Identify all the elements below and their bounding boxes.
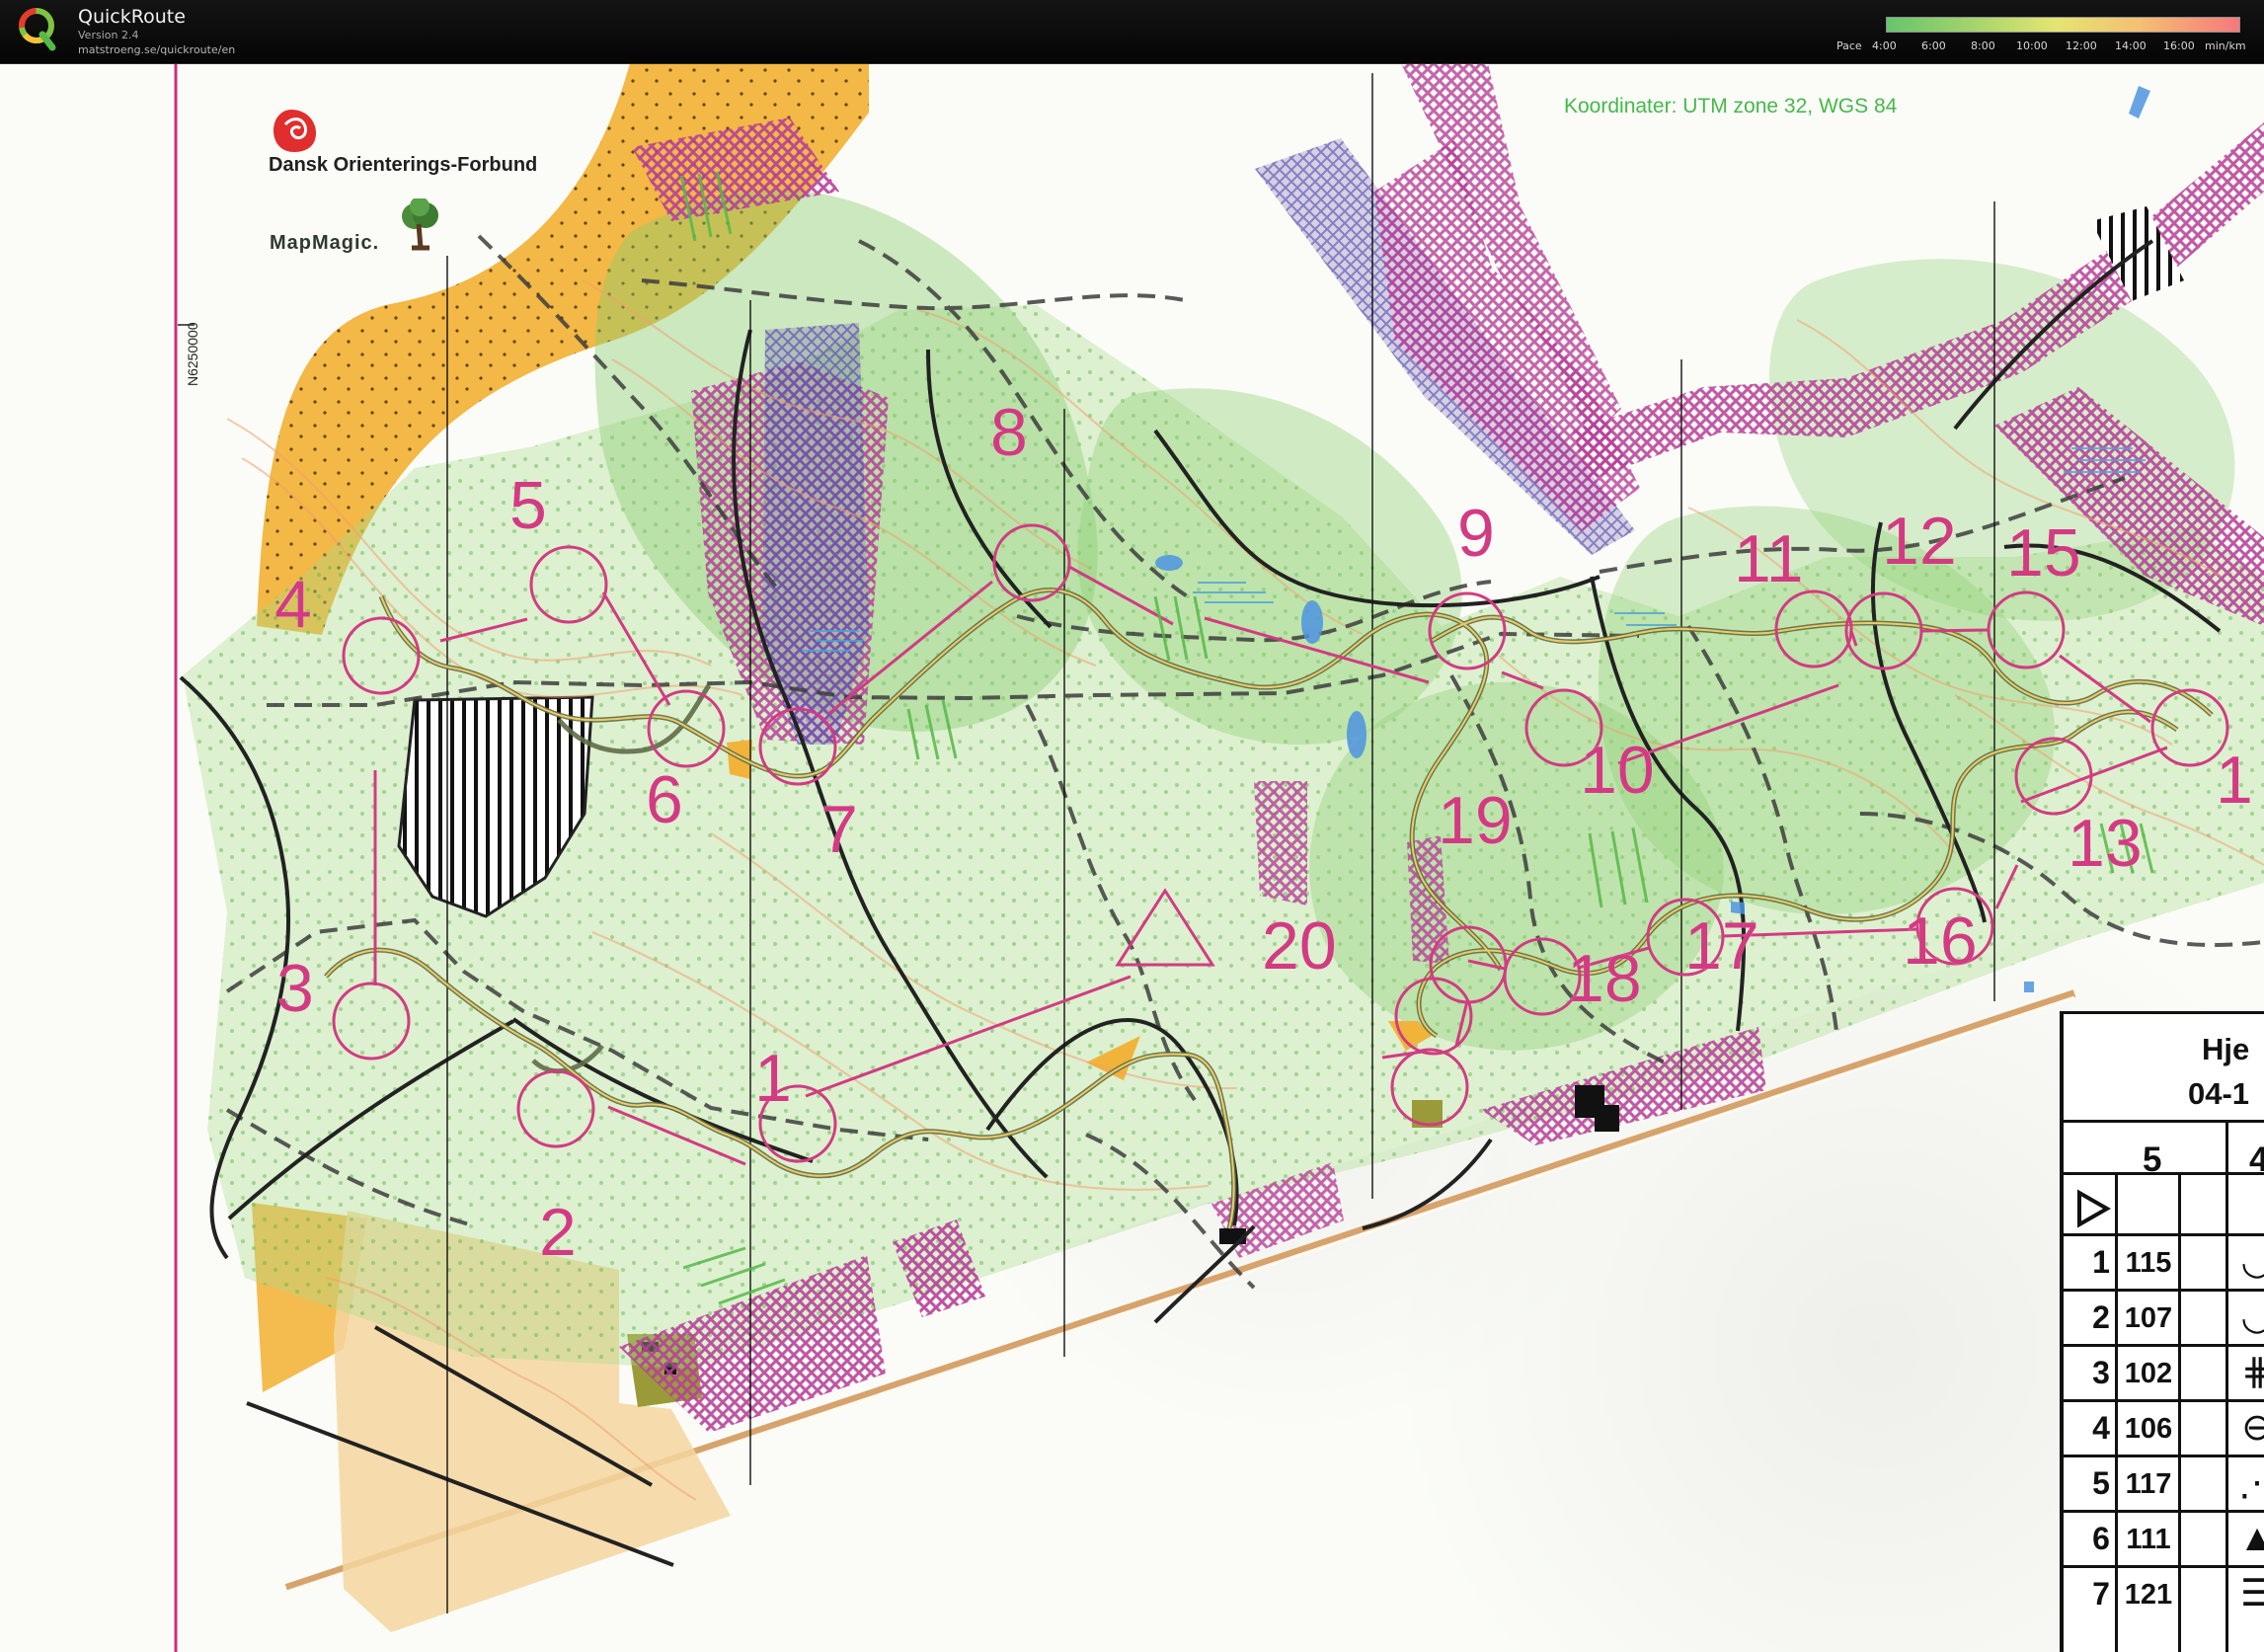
pace-tick-14: 14:00 <box>2115 39 2147 52</box>
event-date: 04-1 <box>2188 1076 2250 1111</box>
app-header: QuickRoute Version 2.4 matstroeng.se/qui… <box>0 0 2264 64</box>
control-row: 6 111 ▲ <box>2064 1513 2264 1566</box>
control-code: 106 <box>2124 1413 2173 1445</box>
control-label-15: 15 <box>2006 515 2081 590</box>
federation-name: Dansk Orienterings-Forbund <box>269 154 538 176</box>
course-number: 5 <box>2143 1141 2162 1179</box>
card-divider <box>2064 1172 2264 1175</box>
start-triangle-icon <box>2077 1189 2111 1228</box>
mapmagic-logo: MapMagic. <box>270 198 438 266</box>
control-label-13: 13 <box>2068 806 2143 881</box>
control-label-8: 8 <box>990 395 1028 470</box>
control-label-2: 2 <box>539 1195 577 1270</box>
pace-tick-4: 4:00 <box>1872 39 1897 52</box>
pace-legend-label: Pace <box>1836 39 1862 52</box>
control-code: 117 <box>2125 1468 2172 1500</box>
control-number: 1 <box>2092 1244 2110 1280</box>
control-number: 4 <box>2092 1410 2110 1446</box>
federation-emblem-icon <box>273 110 316 152</box>
control-description-card: Hje 04-1 5 4 1 115 ◡ 2 107 ◡ 3 102 ⋕ 4 1… <box>2061 1011 2264 1652</box>
control-row: 1 115 ◡ <box>2064 1236 2264 1290</box>
control-row: 3 102 ⋕ <box>2064 1347 2264 1400</box>
control-label-4: 4 <box>274 567 312 642</box>
orienteering-map-canvas[interactable]: Dansk Orienterings-Forbund MapMagic. N62… <box>0 63 2264 1652</box>
control-code: 115 <box>2125 1247 2172 1279</box>
control-label-11: 11 <box>1734 521 1804 596</box>
control-code: 111 <box>2126 1524 2171 1555</box>
mapper-name: MapMagic. <box>270 232 380 254</box>
feature-symbol-icon: ▲ <box>2238 1518 2264 1559</box>
feature-symbol-icon: ⋰ <box>2238 1462 2264 1504</box>
federation-logo: Dansk Orienterings-Forbund <box>269 107 537 194</box>
control-number: 2 <box>2092 1299 2110 1335</box>
feature-symbol-icon: ◡ <box>2240 1297 2264 1338</box>
pace-tick-8: 8:00 <box>1971 39 1995 52</box>
control-number: 6 <box>2092 1521 2110 1556</box>
control-label-16: 16 <box>1903 904 1978 979</box>
pace-color-scale <box>1886 17 2240 33</box>
event-title: Hje <box>2202 1032 2250 1066</box>
control-row: 4 106 ⊖ <box>2064 1402 2264 1455</box>
control-label-edge: 1 <box>2216 743 2253 818</box>
card-divider <box>2064 1120 2264 1123</box>
control-label-10: 10 <box>1580 733 1655 808</box>
app-title: QuickRoute <box>78 6 186 28</box>
control-code: 102 <box>2124 1358 2173 1389</box>
control-number: 7 <box>2092 1576 2110 1612</box>
control-label-7: 7 <box>820 792 858 867</box>
pace-tick-6: 6:00 <box>1921 39 1946 52</box>
control-label-12: 12 <box>1882 504 1957 579</box>
control-label-19: 19 <box>1438 783 1513 858</box>
control-label-1: 1 <box>754 1041 792 1116</box>
control-label-18: 18 <box>1567 941 1642 1016</box>
quickroute-logo-icon <box>19 8 56 51</box>
control-label-3: 3 <box>276 951 314 1026</box>
map-artwork <box>168 63 2264 1652</box>
pace-legend: Pace 4:00 6:00 8:00 10:00 12:00 14:00 16… <box>1836 17 2251 54</box>
feature-symbol-icon: ⋕ <box>2241 1352 2264 1393</box>
pace-tick-16: 16:00 <box>2163 39 2195 52</box>
control-label-20: 20 <box>1262 908 1337 983</box>
control-label-5: 5 <box>509 468 547 543</box>
control-code: 121 <box>2124 1579 2173 1611</box>
pace-unit: min/km <box>2205 39 2246 52</box>
control-code: 107 <box>2124 1302 2173 1334</box>
control-label-9: 9 <box>1457 496 1495 571</box>
feature-symbol-icon: ◡ <box>2240 1241 2264 1283</box>
control-label-6: 6 <box>646 762 683 837</box>
app-url[interactable]: matstroeng.se/quickroute/en <box>78 43 235 56</box>
control-row: 2 107 ◡ <box>2064 1292 2264 1345</box>
control-row: 7 121 ☰ <box>2064 1568 2264 1621</box>
course-extra: 4 <box>2249 1141 2264 1179</box>
control-number: 5 <box>2092 1465 2110 1501</box>
northing-label: N6250000 <box>185 322 200 386</box>
control-label-17: 17 <box>1684 908 1759 983</box>
quickroute-window: QuickRoute Version 2.4 matstroeng.se/qui… <box>0 0 2264 1652</box>
tree-icon <box>402 198 438 251</box>
feature-symbol-icon: ☰ <box>2239 1573 2264 1614</box>
pace-tick-10: 10:00 <box>2016 39 2048 52</box>
coordinate-note: Koordinater: UTM zone 32, WGS 84 <box>1564 95 1898 118</box>
control-row: 5 117 ⋰ <box>2064 1457 2264 1511</box>
pace-tick-12: 12:00 <box>2066 39 2097 52</box>
app-version: Version 2.4 <box>78 29 139 41</box>
control-number: 3 <box>2092 1355 2110 1390</box>
feature-symbol-icon: ⊖ <box>2241 1407 2264 1449</box>
